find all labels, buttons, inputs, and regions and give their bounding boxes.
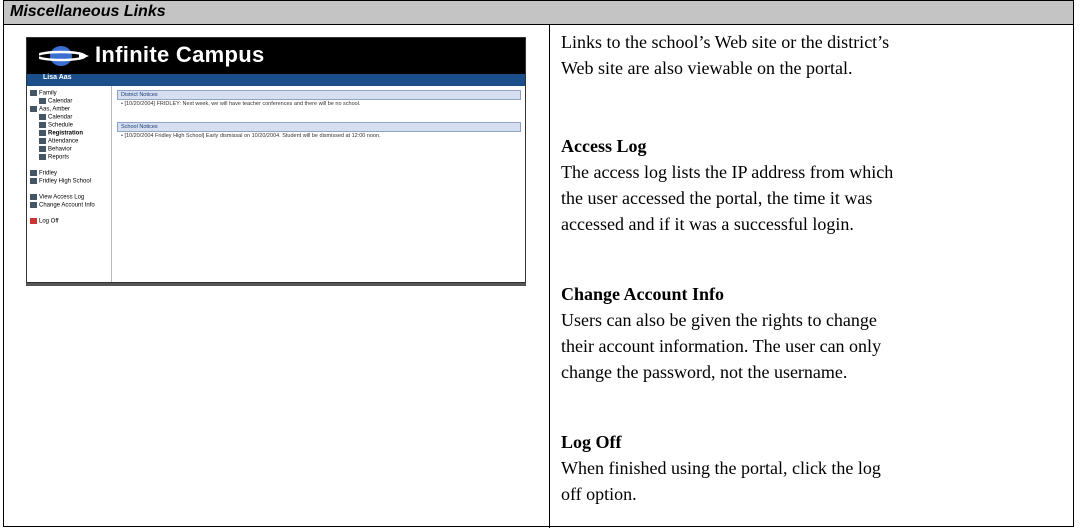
district-notice: • [10/20/2004] FRIDLEY: Next week, we wi… (121, 101, 361, 107)
ic-nav-access-log[interactable]: View Access Log (30, 194, 84, 201)
ic-main: District Notices • [10/20/2004] FRIDLEY:… (117, 90, 521, 140)
student-icon (30, 106, 37, 112)
ic-nav-calendar[interactable]: Calendar (39, 98, 72, 105)
ic-nav-log-off[interactable]: Log Off (30, 218, 59, 225)
schedule-icon (39, 122, 46, 128)
intro-paragraph: Links to the school’s Web site or the di… (561, 32, 890, 78)
registration-icon (39, 130, 46, 136)
account-icon (30, 202, 37, 208)
ic-sidebar: Family Calendar Aas, Amber Calendar Sche… (27, 86, 112, 282)
ic-nav-family[interactable]: Family (30, 90, 57, 97)
ic-nav-behavior[interactable]: Behavior (39, 146, 72, 153)
document-icon (30, 194, 37, 200)
behavior-icon (39, 146, 46, 152)
change-account-heading: Change Account Info (561, 284, 725, 304)
ic-user-bar: Lisa Aas (27, 74, 525, 86)
access-log-heading: Access Log (561, 136, 647, 156)
district-icon (30, 170, 37, 176)
log-off-section: Log Off When finished using the portal, … (561, 429, 1071, 507)
ic-brand-name: Infinite Campus (95, 42, 265, 67)
district-notices-header: District Notices (117, 90, 521, 100)
section-title: Miscellaneous Links (10, 3, 166, 20)
log-off-icon (30, 218, 37, 224)
attendance-icon (39, 138, 46, 144)
column-divider (549, 25, 550, 528)
family-icon (30, 90, 37, 96)
ic-nav-attendance[interactable]: Attendance (39, 138, 78, 145)
school-notice: • [10/20/2004 Fridley High School] Early… (121, 133, 381, 139)
calendar-icon (39, 98, 46, 104)
change-account-section: Change Account Info Users can also be gi… (561, 281, 1071, 385)
ic-user-name: Lisa Aas (43, 74, 72, 81)
section-title-bar: Miscellaneous Links (4, 1, 1073, 25)
ic-header: Infinite Campus (27, 38, 525, 74)
infinite-campus-logo (39, 46, 89, 66)
ic-nav-student[interactable]: Aas, Amber (30, 106, 70, 113)
ic-nav-change-account[interactable]: Change Account Info (30, 202, 95, 209)
ic-nav-fridley-high[interactable]: Fridley High School (30, 178, 91, 185)
reports-icon (39, 154, 46, 160)
ic-nav-student-calendar[interactable]: Calendar (39, 114, 72, 121)
ic-nav-reports[interactable]: Reports (39, 154, 69, 161)
document-table: Miscellaneous Links Infinite Campus Lisa… (3, 0, 1074, 528)
calendar-icon (39, 114, 46, 120)
access-log-section: Access Log The access log lists the IP a… (561, 133, 1071, 237)
school-icon (30, 178, 37, 184)
ic-nav-registration[interactable]: Registration (39, 130, 83, 137)
infinite-campus-screenshot: Infinite Campus Lisa Aas Family Calendar… (26, 37, 526, 283)
ic-nav-schedule[interactable]: Schedule (39, 122, 73, 129)
school-notices-header: School Notices (117, 122, 521, 132)
log-off-heading: Log Off (561, 432, 622, 452)
ic-nav-fridley[interactable]: Fridley (30, 170, 57, 177)
screenshot-shadow (26, 283, 526, 286)
